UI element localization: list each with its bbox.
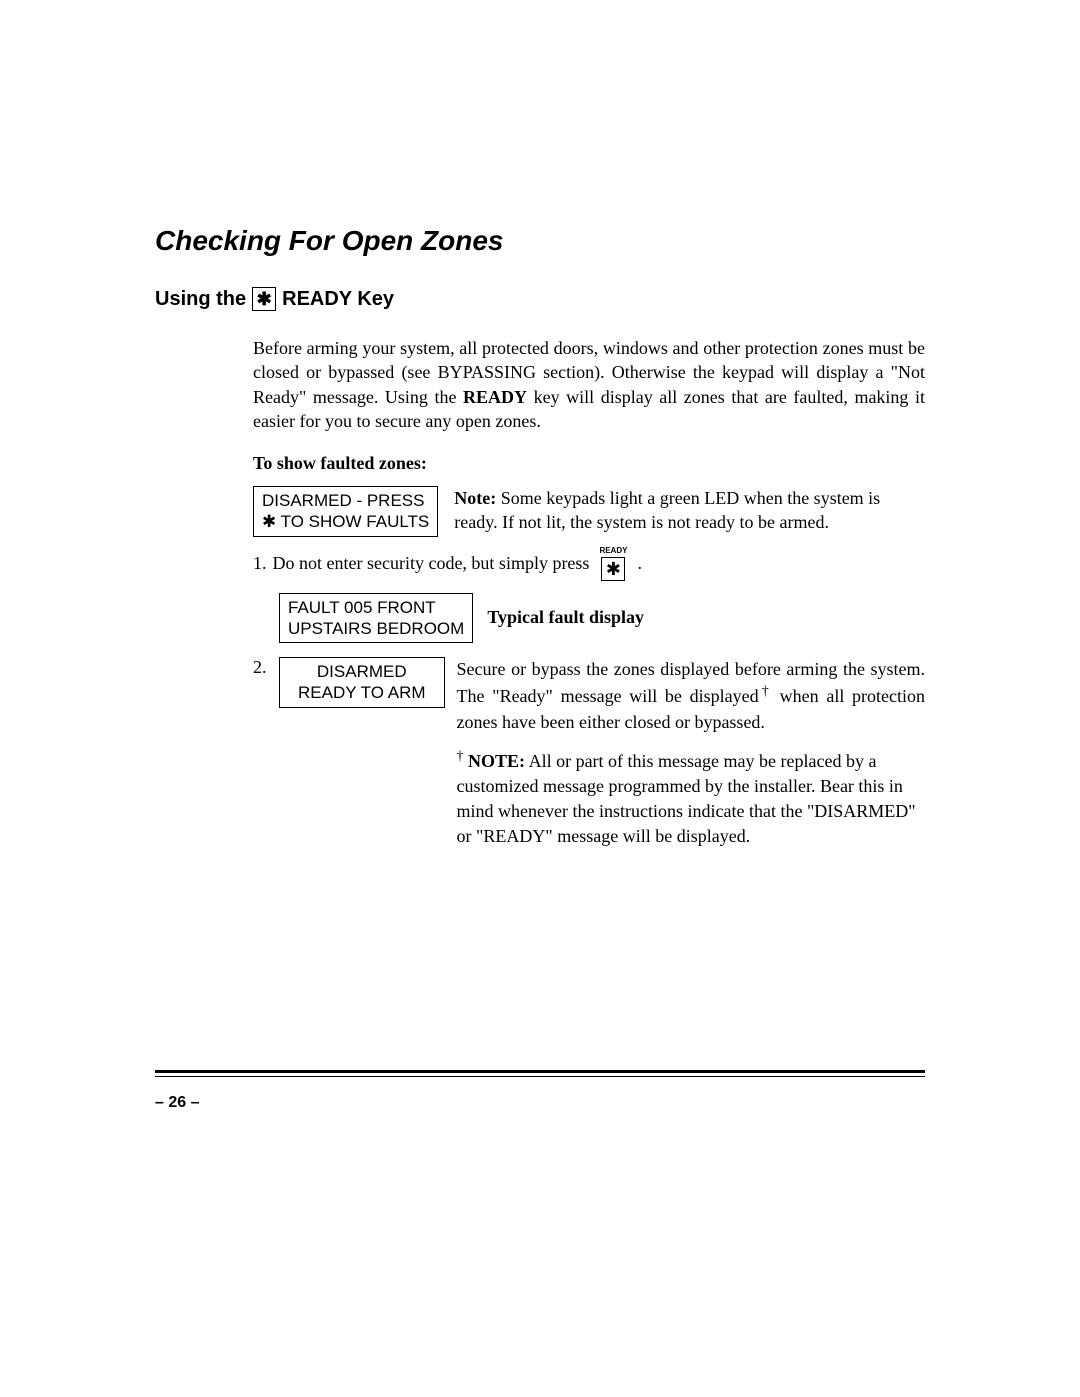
rule-thick	[155, 1070, 925, 1073]
note2-body: All or part of this message may be repla…	[457, 751, 916, 847]
step1-text: Do not enter security code, but simply p…	[273, 553, 590, 574]
step2-num: 2.	[253, 657, 269, 678]
dagger-icon: †	[759, 684, 772, 699]
display-line1: DISARMED - PRESS	[262, 490, 429, 511]
fault-line2: UPSTAIRS BEDROOM	[288, 618, 464, 639]
dagger-icon: †	[457, 749, 464, 764]
step2-para1: Secure or bypass the zones displayed bef…	[457, 657, 925, 735]
fault-line1: FAULT 005 FRONT	[288, 597, 464, 618]
fault-caption: Typical fault display	[487, 607, 644, 628]
ready-arm-line: READY TO ARM	[298, 682, 426, 703]
page-number: – 26 –	[155, 1094, 199, 1112]
step2-note: † NOTE: All or part of this message may …	[457, 747, 925, 850]
section-subtitle: Using the ✱ READY Key	[155, 287, 925, 311]
keypad-display-fault: FAULT 005 FRONT UPSTAIRS BEDROOM	[279, 593, 473, 644]
step-2: 2. DISARMED READY TO ARM Secure or bypas…	[253, 657, 925, 861]
footer-rule	[155, 1070, 925, 1077]
disarmed-line: DISARMED	[298, 661, 426, 682]
note2-label: NOTE:	[468, 751, 525, 771]
ready-keyword: READY	[463, 387, 527, 407]
keypad-display-ready: DISARMED READY TO ARM	[279, 657, 445, 708]
rule-thin	[155, 1076, 925, 1077]
display-line2: ✱ TO SHOW FAULTS	[262, 511, 429, 532]
subtitle-suffix: READY Key	[282, 288, 394, 311]
note-body: Some keypads light a green LED when the …	[454, 488, 880, 532]
key-label-ready: READY	[599, 547, 627, 555]
keypad-display-disarmed-press: DISARMED - PRESS ✱ TO SHOW FAULTS	[253, 486, 438, 537]
step2-left: 2. DISARMED READY TO ARM	[253, 657, 445, 708]
intro-paragraph: Before arming your system, all protected…	[253, 336, 925, 433]
subheading-faulted: To show faulted zones:	[253, 453, 925, 474]
star-key-icon: ✱	[601, 557, 625, 581]
display-note-row: DISARMED - PRESS ✱ TO SHOW FAULTS Note: …	[253, 486, 925, 537]
ready-key: READY ✱	[599, 547, 627, 581]
step-1: 1. Do not enter security code, but simpl…	[253, 547, 925, 581]
step1-period: .	[637, 553, 642, 574]
star-key-icon: ✱	[252, 287, 276, 311]
subtitle-prefix: Using the	[155, 288, 246, 311]
step1-num: 1.	[253, 553, 267, 574]
step2-right: Secure or bypass the zones displayed bef…	[457, 657, 925, 861]
led-note: Note: Some keypads light a green LED whe…	[454, 486, 925, 535]
note-label: Note:	[454, 488, 496, 508]
fault-display-row: FAULT 005 FRONT UPSTAIRS BEDROOM Typical…	[279, 593, 925, 644]
page-title: Checking For Open Zones	[155, 225, 925, 257]
